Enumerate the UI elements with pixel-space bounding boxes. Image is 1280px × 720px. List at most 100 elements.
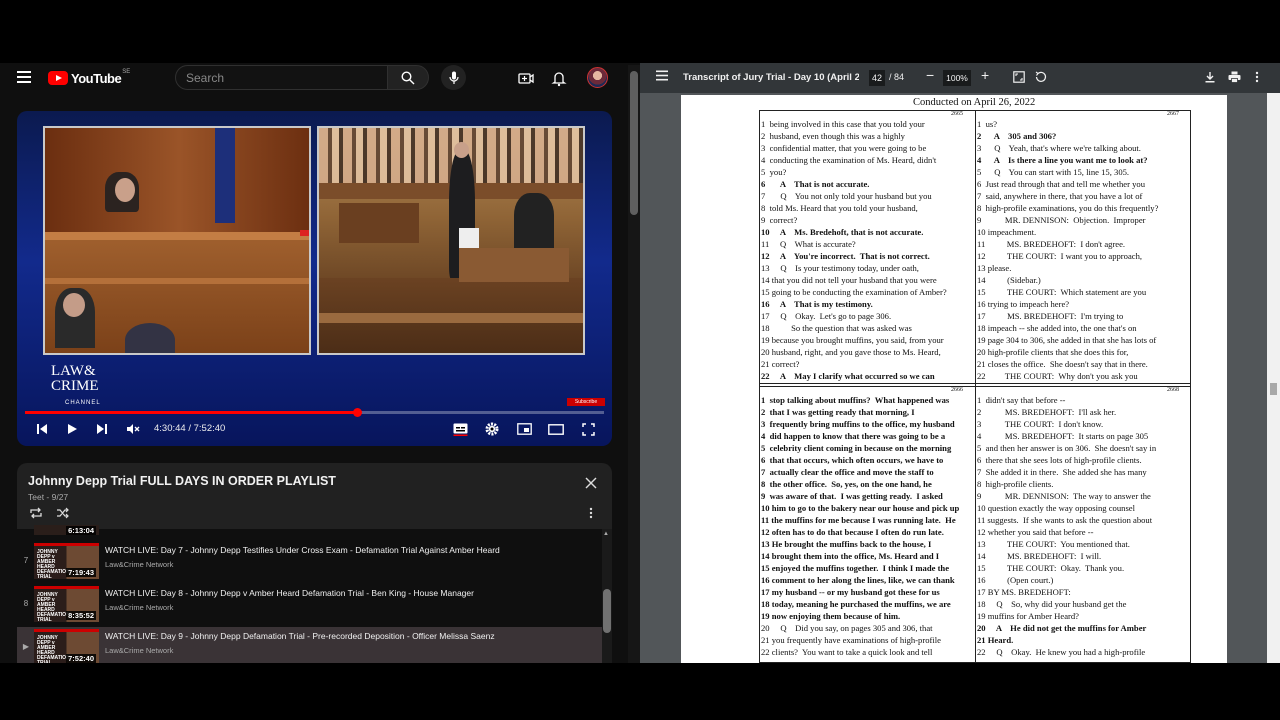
transcript-line: 11 the muffins for me because I was runn… [761,515,956,525]
scrollbar-thumb[interactable] [603,589,611,633]
fit-to-page-button[interactable] [1013,71,1025,86]
playlist-item[interactable]: 7 JOHNNY DEPP v AMBER HEARD DEFAMATION T… [17,541,602,583]
channel-name[interactable]: Law&Crime Network [105,603,173,612]
zoom-level-input[interactable]: 100% [943,70,971,86]
notifications-bell-icon[interactable] [549,68,569,88]
thumbnail-text: JOHNNY DEPP v AMBER HEARD DEFAMATION TRI… [37,635,70,664]
search-button[interactable] [387,65,429,90]
page-number-input[interactable]: 42 [869,70,885,86]
channel-name[interactable]: Law&Crime Network [105,646,173,655]
playlist-subtitle[interactable]: Teet - 9/27 [28,492,68,502]
close-playlist-button[interactable] [585,476,597,494]
previous-video-button[interactable] [33,419,51,439]
playlist-title[interactable]: Johnny Depp Trial FULL DAYS IN ORDER PLA… [28,474,336,488]
pdf-scrollbar[interactable] [1267,93,1280,663]
print-button[interactable] [1228,71,1241,86]
video-thumbnail[interactable]: JOHNNY DEPP v AMBER HEARD DEFAMATION TRI… [34,629,99,663]
transcript-line: 2 that I was getting ready that morning,… [761,407,915,417]
voice-search-button[interactable] [441,65,466,90]
subtitles-button[interactable] [451,419,469,439]
account-avatar[interactable] [587,67,608,88]
hamburger-menu-icon[interactable] [17,71,31,83]
video-thumbnail[interactable]: JOHNNY DEPP v AMBER HEARD DEFAMATION TRI… [34,543,99,579]
video-title[interactable]: WATCH LIVE: Day 9 - Johnny Depp Defamati… [105,631,595,641]
pdf-more-button[interactable] [1255,71,1259,86]
channel-name[interactable]: Law&Crime Network [105,560,173,569]
shuffle-playlist-button[interactable] [56,507,70,522]
transcript-line: 13 Q Is your testimony today, under oath… [761,263,919,273]
transcript-line: 5 Q You can start with 15, line 15, 305. [977,167,1130,177]
transcript-page-number: 2665 [951,111,963,117]
transcript-quadrant-2665: 2665 1 being involved in this case that y… [761,111,973,383]
miniplayer-button[interactable] [515,419,533,439]
transcript-line: 5 and then her answer is on 306. She doe… [977,443,1157,453]
transcript-line: 22 THE COURT: Why don't you ask you [977,371,1138,381]
partial-duration: 6:13:04 [66,526,96,535]
transcript-line: 21 you frequently have examinations of h… [761,635,941,645]
item-index: 8 [23,599,29,608]
zoom-out-button[interactable]: − [926,67,934,83]
transcript-line: 3 frequently bring muffins to the office… [761,419,955,429]
video-title[interactable]: WATCH LIVE: Day 8 - Johnny Depp v Amber … [105,588,595,598]
playlist-item[interactable]: 8 JOHNNY DEPP v AMBER HEARD DEFAMATION T… [17,584,602,626]
transcript-line: 3 Q Yeah, that's where we're talking abo… [977,143,1141,153]
law-and-crime-channel-logo: LAW& CRIME CHANNEL [51,364,101,411]
scrollbar-thumb[interactable] [1270,383,1277,395]
transcript-line: 7 Q You not only told your husband but y… [761,191,932,201]
transcript-line: 1 didn't say that before -- [977,395,1066,405]
playlist-more-button[interactable] [589,507,593,522]
pdf-menu-button[interactable] [656,70,668,84]
mute-button[interactable] [123,419,143,439]
video-title[interactable]: WATCH LIVE: Day 7 - Johnny Depp Testifie… [105,545,595,555]
fullscreen-button[interactable] [579,419,597,439]
download-button[interactable] [1204,71,1216,86]
transcript-line: 18 today, meaning he purchased the muffi… [761,599,951,609]
next-video-button[interactable] [93,419,111,439]
transcript-line: 17 MS. BREDEHOFT: I'm trying to [977,311,1124,321]
video-duration: 8:35:52 [66,611,96,620]
transcript-line: 16 comment to her along the lines, like,… [761,575,955,585]
playlist-item-now-playing[interactable]: ▶ JOHNNY DEPP v AMBER HEARD DEFAMATION T… [17,627,602,663]
item-index: 7 [23,556,29,565]
youtube-page-scrollbar[interactable] [628,65,640,663]
transcript-line: 22 clients? You want to take a quick loo… [761,647,933,657]
transcript-line: 1 stop talking about muffins? What happe… [761,395,950,405]
partial-thumbnail[interactable]: 6:13:04 [34,525,99,535]
download-icon [1205,72,1215,83]
rotate-button[interactable] [1035,71,1047,86]
transcript-line: 20 husband, right, and you gave those to… [761,347,941,357]
transcript-line: 1 us? [977,119,998,129]
loop-playlist-button[interactable] [29,507,43,522]
transcript-line: 15 enjoyed the muffins together. I think… [761,563,950,573]
transcript-line: 9 correct? [761,215,798,225]
zoom-in-button[interactable]: + [981,67,989,83]
skip-previous-icon [37,424,47,434]
subscribe-badge[interactable]: Subscribe [567,398,605,406]
transcript-line: 7 She added it in there. She added she h… [977,467,1147,477]
progress-played [25,411,357,414]
transcript-line: 4 conducting the examination of Ms. Hear… [761,155,937,165]
search-input[interactable]: Search [175,65,388,90]
scrollbar-thumb[interactable] [630,71,638,215]
transcript-line: 21 closes the office. She doesn't say th… [977,359,1148,369]
progress-scrubber[interactable] [352,408,362,417]
youtube-logo[interactable]: YouTube SE [48,69,130,86]
skip-next-icon [97,424,107,434]
video-progress-bar[interactable] [25,408,604,417]
transcript-page-number: 2668 [1167,387,1179,393]
search-icon [388,66,428,89]
create-video-icon[interactable] [516,68,536,88]
transcript-line: 12 A You're incorrect. That is not corre… [761,251,930,261]
transcript-line: 20 Q Did you say, on pages 305 and 306, … [761,623,933,633]
play-button[interactable] [63,419,81,439]
video-duration: 7:52:40 [66,654,96,663]
scroll-up-arrow-icon[interactable]: ▲ [603,531,609,537]
transcript-line: 13 He brought the muffins back to the ho… [761,539,932,549]
video-player[interactable]: LAW& CRIME CHANNEL Subscribe 4:30:44 / 7… [17,111,612,446]
settings-button[interactable] [483,419,501,439]
transcript-line: 16 A That is my testimony. [761,299,873,309]
video-thumbnail[interactable]: JOHNNY DEPP v AMBER HEARD DEFAMATION TRI… [34,586,99,622]
logo-line-1: LAW& [51,363,96,379]
playlist-scrollbar[interactable]: ▲ [602,529,612,663]
theater-mode-button[interactable] [547,419,565,439]
